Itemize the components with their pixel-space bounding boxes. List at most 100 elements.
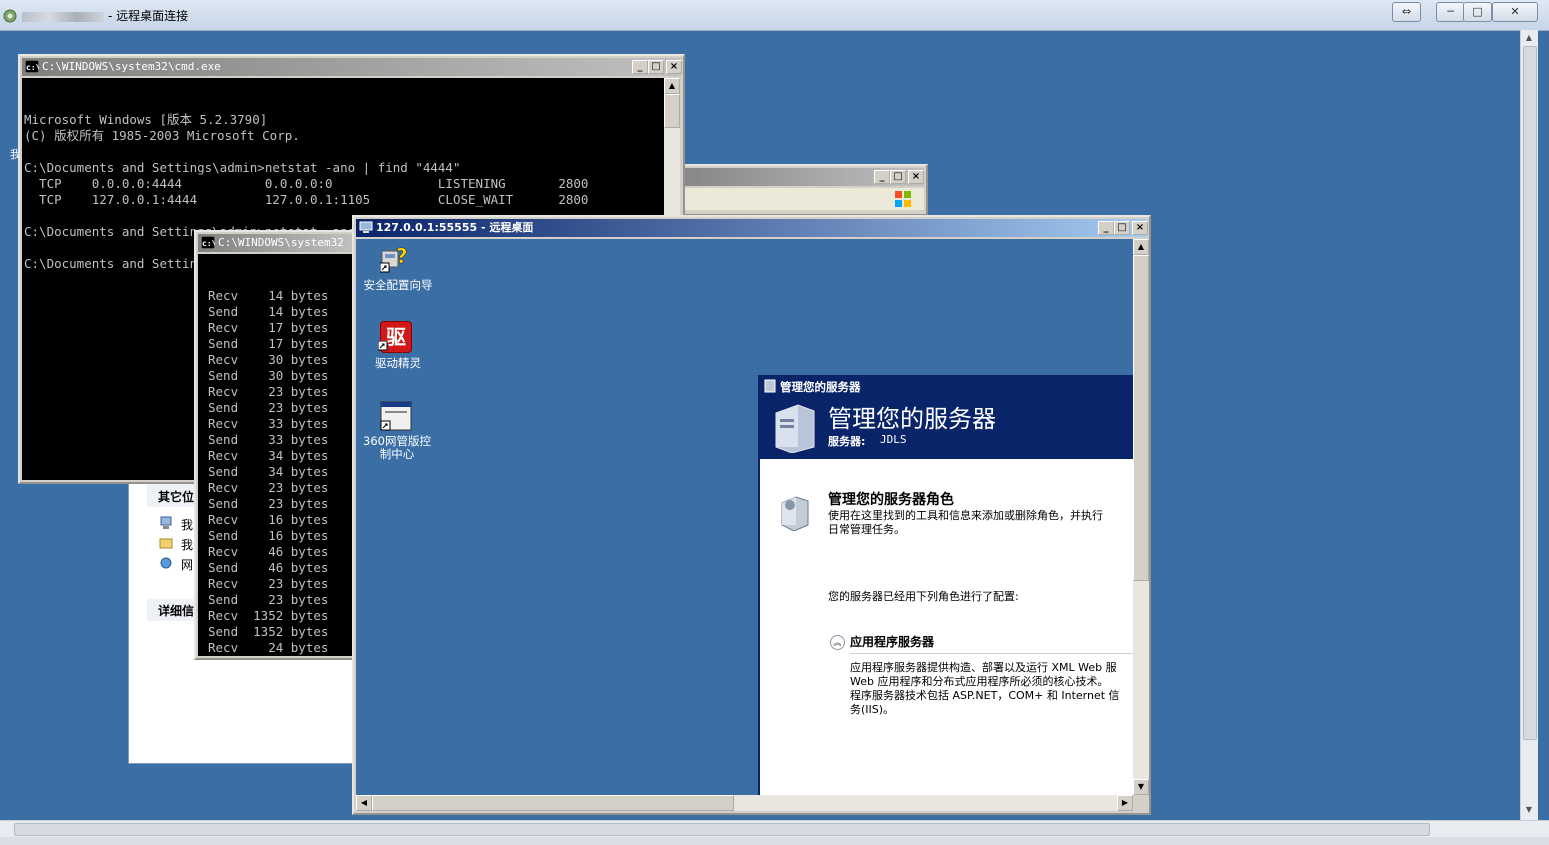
close-button[interactable]: × [1132,221,1148,235]
desktop-icon-security-wizard[interactable]: ? 安全配置向导 [356,243,440,295]
rdp-horizontal-scrollbar[interactable]: ◀ ▶ [356,795,1133,811]
console-line: Recv 23 bytes [208,576,329,591]
console-line: Send 17 bytes [208,336,329,351]
console-line: Send 16 bytes [208,528,329,543]
scroll-up-icon[interactable]: ▲ [1133,239,1149,255]
manage-server-titlebar: 管理您的服务器 [760,377,1133,395]
role-name[interactable]: 应用程序服务器 [850,633,934,650]
console-line: TCP 127.0.0.1:4444 127.0.0.1:1105 CLOSE_… [24,192,589,207]
background-browser-window[interactable]: _ □ × [650,164,928,216]
role-description: 应用程序服务器提供构造、部署以及运行 XML Web 服 Web 应用程序和分布… [850,661,1120,716]
console-line: Recv 24 bytes [208,640,329,655]
console-line: Send 30 bytes [208,368,329,383]
resize-grip-icon[interactable] [1133,795,1149,811]
console-line: Recv 33 bytes [208,416,329,431]
server-icon [775,404,815,453]
manage-server-window[interactable]: 管理您的服务器 管理您的服务器 服务器: JDLS 管理您的服务器角色 使用在这… [758,375,1133,795]
host-hscroll-thumb[interactable] [14,823,1430,836]
svg-text:c:\: c:\ [26,63,39,72]
desktop-icon-driver-genius[interactable]: 驱 驱动精灵 [356,321,440,373]
scroll-right-icon[interactable]: ▶ [1117,795,1133,811]
console-line: Recv 16 bytes [208,512,329,527]
host-window-title: - 远程桌面连接 [22,7,188,24]
host-close-button[interactable]: ✕ [1492,2,1538,22]
console-line: Recv 17 bytes [208,320,329,335]
console-line: Send 23 bytes [208,400,329,415]
host-titlebar [0,0,1549,31]
roles-description-2: 日常管理任务。 [828,523,905,536]
server-name: JDLS [880,433,907,446]
desktop-icon-label: 驱动精灵 [375,356,421,370]
console-line: Recv 23 bytes [208,480,329,495]
rdp-vertical-scrollbar[interactable]: ▲ ▼ [1133,239,1149,795]
collapse-chevron-icon[interactable]: ︽ [830,635,845,650]
cmd-window-2[interactable]: c:\ C:\WINDOWS\system32 Recv 14 bytesSen… [194,230,356,660]
host-restore-button[interactable]: ⇔ [1392,2,1421,22]
console-line: Send 1352 bytes [208,624,329,639]
manage-server-heading: 管理您的服务器 [828,405,996,433]
security-wizard-icon: ? [380,244,408,273]
remote-desktop-area[interactable]: ? 安全配置向导 驱 驱动精灵 360网管版控制中心 管理您的服务器 管理您的服… [356,239,1133,795]
host-bottom-edge [0,837,1549,845]
scroll-up-icon[interactable]: ▲ [664,78,680,94]
cmd1-scroll-thumb[interactable] [664,94,680,128]
roles-title: 管理您的服务器角色 [828,492,954,508]
scroll-left-icon[interactable]: ◀ [356,795,372,811]
rdp-app-icon [3,9,17,23]
configured-roles-text: 您的服务器已经用下列角色进行了配置: [828,590,1019,603]
cmd2-titlebar: c:\ C:\WINDOWS\system32 [198,234,352,252]
rdp-session-titlebar: 127.0.0.1:55555 - 远程桌面 [356,219,1147,237]
maximize-button[interactable]: □ [890,170,906,184]
host-horizontal-scrollbar[interactable] [0,820,1549,838]
desktop-icon-360-control[interactable]: 360网管版控制中心 [356,401,440,461]
svg-text:?: ? [396,244,408,268]
console-line: Send 23 bytes [208,496,329,511]
console-line: Send 34 bytes [208,464,329,479]
console-line: Recv 30 bytes [208,352,329,367]
maximize-button[interactable]: □ [648,60,664,74]
server-label: 服务器: [828,435,866,448]
place-item-3[interactable]: 网 [181,556,193,573]
console-line: TCP 0.0.0.0:4444 0.0.0.0:0 LISTENING 280… [24,176,589,191]
cmd2-console-output[interactable]: Recv 14 bytes Send 14 bytes Recv 17 bytes S… [198,254,354,656]
minimize-button[interactable]: _ [632,60,648,74]
console-line: Send 33 bytes [208,432,329,447]
browser-toolbar [654,188,924,210]
place-item-2[interactable]: 我 [181,536,193,553]
cmd-icon: c:\ [201,236,215,249]
console-line: Recv 1352 bytes [208,608,329,623]
maximize-button[interactable]: □ [1114,221,1130,235]
console-line: Send 14 bytes [208,304,329,319]
console-line: Microsoft Windows [版本 5.2.3790] [24,112,268,127]
computer-icon [160,516,172,529]
divider [850,653,1133,654]
host-minimize-button[interactable]: ─ [1436,2,1465,22]
console-line: Recv 23 bytes [208,384,329,399]
cmd-icon: c:\ [25,60,39,73]
console-line: Send 23 bytes [208,592,329,607]
host-vscroll-thumb[interactable] [1523,46,1537,740]
scroll-down-icon[interactable]: ▼ [1523,804,1535,816]
scroll-up-icon[interactable]: ▲ [1523,32,1535,44]
documents-folder-icon [159,538,173,549]
console-line: Recv 46 bytes [208,544,329,559]
details-heading: 详细信 [158,604,195,618]
server-small-icon [764,379,776,393]
cmd1-titlebar: c:\ C:\WINDOWS\system32\cmd.exe [22,58,681,76]
network-icon [160,557,172,569]
360-control-center-icon [380,401,412,431]
desktop-icon-label: 360网管版控制中心 [363,434,431,461]
minimize-button[interactable]: _ [1098,221,1114,235]
scroll-down-icon[interactable]: ▼ [1133,779,1149,795]
rdp-session-window[interactable]: 127.0.0.1:55555 - 远程桌面 _ □ × ? 安全配置向导 驱 … [352,215,1151,815]
close-button[interactable]: × [666,60,682,74]
rdp-hscroll-thumb[interactable] [372,795,734,811]
host-vertical-scrollbar[interactable]: ▲ ▼ [1520,30,1538,820]
host-maximize-button[interactable]: □ [1463,2,1492,22]
console-line: Recv 34 bytes [208,448,329,463]
rdp-vscroll-thumb[interactable] [1133,255,1149,581]
place-item-1[interactable]: 我 [181,516,193,533]
close-button[interactable]: × [908,170,924,184]
minimize-button[interactable]: _ [874,170,890,184]
